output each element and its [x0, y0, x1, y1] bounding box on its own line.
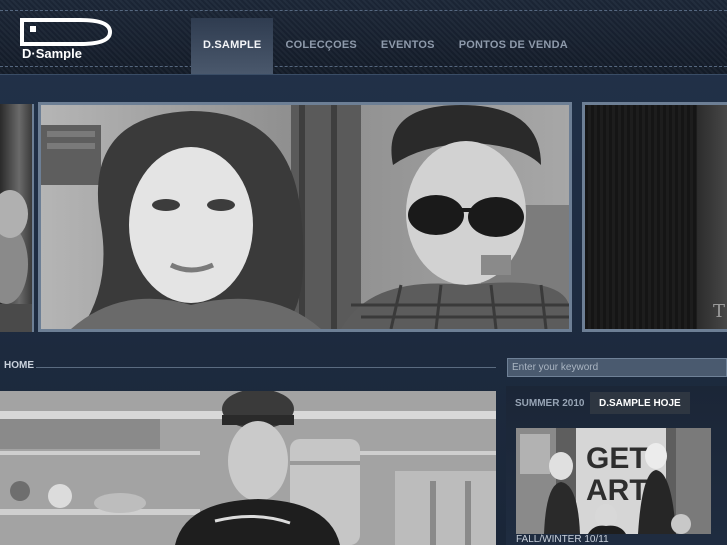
breadcrumb-divider: [36, 367, 496, 368]
page: D·Sample D.SAMPLE COLECÇOES EVENTOS PONT…: [0, 0, 727, 545]
tab-dsample-hoje[interactable]: D.SAMPLE HOJE: [590, 392, 690, 414]
svg-text:GET: GET: [586, 442, 648, 475]
sidebar-photo-group: GET ART: [516, 428, 711, 534]
content-photo-man-shop: [0, 391, 496, 545]
sidebar-caption[interactable]: FALL/WINTER 10/11: [516, 534, 609, 545]
logo-text: D·Sample: [22, 46, 82, 60]
hero-next-letter: T: [712, 301, 725, 322]
hero-previous-image: [0, 190, 32, 332]
nav-item-coleccoes[interactable]: COLECÇOES: [273, 18, 368, 74]
content-image[interactable]: [0, 391, 496, 545]
tab-summer-2010[interactable]: SUMMER 2010: [506, 392, 593, 414]
svg-text:ART: ART: [586, 474, 648, 507]
logo[interactable]: D·Sample: [20, 18, 112, 60]
header: D·Sample D.SAMPLE COLECÇOES EVENTOS PONT…: [0, 0, 727, 75]
hero-photo-couple: [41, 105, 569, 329]
hero-image[interactable]: [38, 102, 572, 332]
logo-mark: D·Sample: [20, 18, 112, 60]
stitch-line: [0, 10, 727, 11]
hero-slide-next[interactable]: T: [582, 102, 727, 332]
breadcrumb-home[interactable]: HOME: [4, 360, 34, 371]
sidebar-image[interactable]: GET ART: [516, 428, 711, 534]
nav-item-dsample[interactable]: D.SAMPLE: [191, 18, 274, 74]
search-input[interactable]: [507, 358, 727, 377]
nav-item-pontos-de-venda[interactable]: PONTOS DE VENDA: [447, 18, 580, 74]
sidebar-panel: SUMMER 2010 D.SAMPLE HOJE GET ART FALL/W…: [506, 386, 727, 545]
nav-item-eventos[interactable]: EVENTOS: [369, 18, 447, 74]
hero-next-strip: [697, 105, 727, 329]
hero-slide-previous[interactable]: [0, 104, 34, 332]
main-nav: D.SAMPLE COLECÇOES EVENTOS PONTOS DE VEN…: [191, 18, 580, 74]
